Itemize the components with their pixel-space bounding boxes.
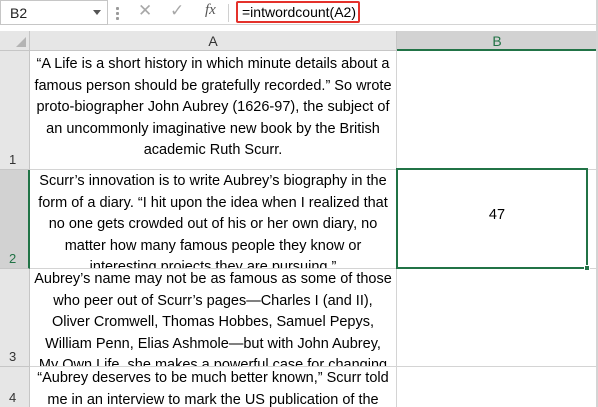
column-header-b[interactable]: B [397, 31, 598, 51]
cell-b3[interactable] [397, 269, 598, 367]
row-number: 4 [9, 390, 17, 405]
cell-a3[interactable]: Aubrey’s name may not be as famous as so… [30, 269, 397, 367]
cell-text: Scurr’s innovation is to write Aubrey’s … [38, 173, 388, 269]
formula-bar-divider [228, 4, 229, 22]
row-number: 1 [9, 152, 17, 167]
row-header-1[interactable]: 1 [0, 51, 30, 170]
cell-b1[interactable] [397, 51, 598, 170]
column-header-a[interactable]: A [30, 31, 397, 51]
cell-text: “Aubrey deserves to be much better known… [37, 370, 389, 407]
cell-text: “A Life is a short history in which minu… [34, 56, 392, 158]
name-box[interactable]: B2 [0, 0, 108, 25]
drag-handle-icon[interactable] [116, 6, 120, 20]
fill-handle[interactable] [584, 265, 590, 271]
formula-input[interactable]: =intwordcount(A2) [236, 1, 360, 23]
row-header-2[interactable]: 2 [0, 170, 30, 269]
row-header-4[interactable]: 4 [0, 367, 30, 407]
select-all-icon [16, 37, 26, 47]
active-cell-border [396, 168, 588, 269]
row-header-3[interactable]: 3 [0, 269, 30, 367]
formula-bar: B2 ✕ ✓ fx =intwordcount(A2) [0, 0, 598, 25]
cell-text: Aubrey’s name may not be as famous as so… [34, 271, 392, 367]
close-icon[interactable]: ✕ [138, 1, 152, 21]
cell-a2[interactable]: Scurr’s innovation is to write Aubrey’s … [30, 170, 397, 269]
chevron-down-icon[interactable] [93, 10, 101, 15]
insert-function-icon[interactable]: fx [205, 2, 216, 19]
name-box-value: B2 [10, 5, 28, 21]
cell-b4[interactable] [397, 367, 598, 407]
cell-a1[interactable]: “A Life is a short history in which minu… [30, 51, 397, 170]
checkmark-icon[interactable]: ✓ [170, 1, 184, 21]
select-all-button[interactable] [0, 31, 30, 51]
row-number: 2 [9, 251, 17, 266]
row-number: 3 [9, 349, 17, 364]
cell-a4[interactable]: “Aubrey deserves to be much better known… [30, 367, 397, 407]
